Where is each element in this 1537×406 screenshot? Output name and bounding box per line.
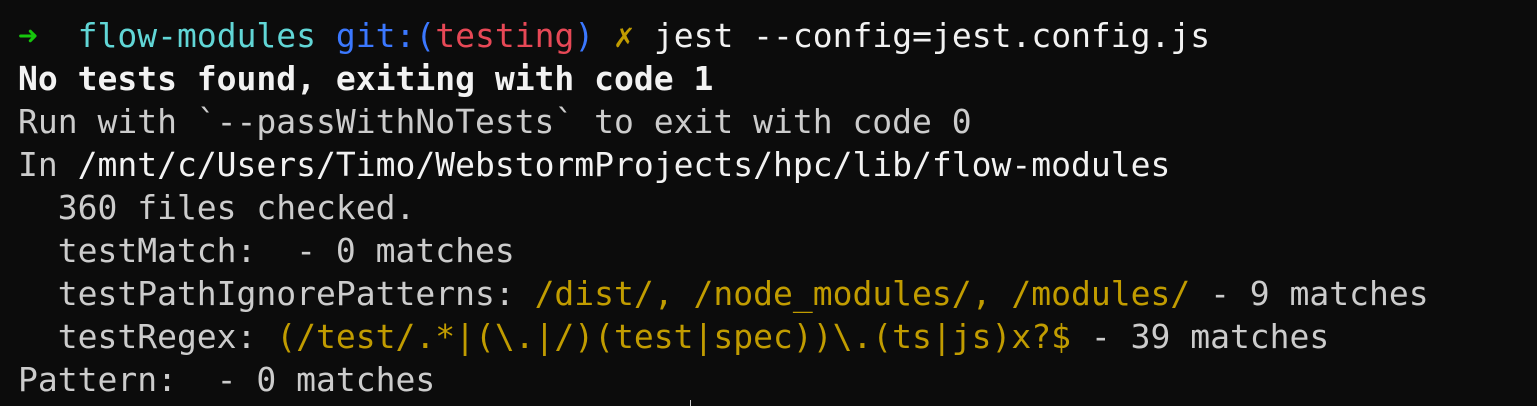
dirty-mark-icon: ✗: [614, 16, 634, 55]
in-label: In: [18, 145, 78, 184]
prompt-command: jest --config=jest.config.js: [653, 16, 1211, 55]
ignore-label: testPathIgnorePatterns:: [18, 274, 535, 313]
no-tests-message: No tests found, exiting with code 1: [18, 59, 714, 98]
prompt-git-label: git:(: [335, 16, 436, 55]
prompt-git-close: ): [574, 16, 595, 55]
ignore-count: - 9 matches: [1190, 274, 1429, 313]
terminal-window[interactable]: ➜ flow-modules git:(testing) ✗ jest --co…: [0, 0, 1537, 406]
ignore-patterns: /dist/, /node_modules/, /modules/: [534, 274, 1191, 313]
prompt-branch: testing: [435, 16, 575, 55]
test-regex-line: testRegex: (/test/.*|(\.|/)(test|spec))\…: [18, 315, 1330, 358]
run-with-hint: Run with `--passWithNoTests` to exit wit…: [18, 102, 972, 141]
text-cursor: [690, 400, 691, 406]
in-path-line: In /mnt/c/Users/Timo/WebstormProjects/hp…: [18, 143, 1170, 186]
regex-count: - 39 matches: [1071, 317, 1330, 356]
prompt-arrow-icon: ➜: [18, 16, 38, 55]
files-checked-line: 360 files checked.: [18, 188, 416, 227]
pattern-line: Pattern: - 0 matches: [18, 360, 436, 399]
test-match-line: testMatch: - 0 matches: [18, 231, 515, 270]
regex-value: (/test/.*|(\.|/)(test|spec))\.(ts|js)x?$: [276, 317, 1071, 356]
prompt-directory: flow-modules: [77, 16, 317, 55]
in-path: /mnt/c/Users/Timo/WebstormProjects/hpc/l…: [77, 145, 1171, 184]
ignore-patterns-line: testPathIgnorePatterns: /dist/, /node_mo…: [18, 272, 1429, 315]
prompt-line: ➜ flow-modules git:(testing) ✗ jest --co…: [18, 14, 1210, 57]
regex-label: testRegex:: [18, 317, 277, 356]
